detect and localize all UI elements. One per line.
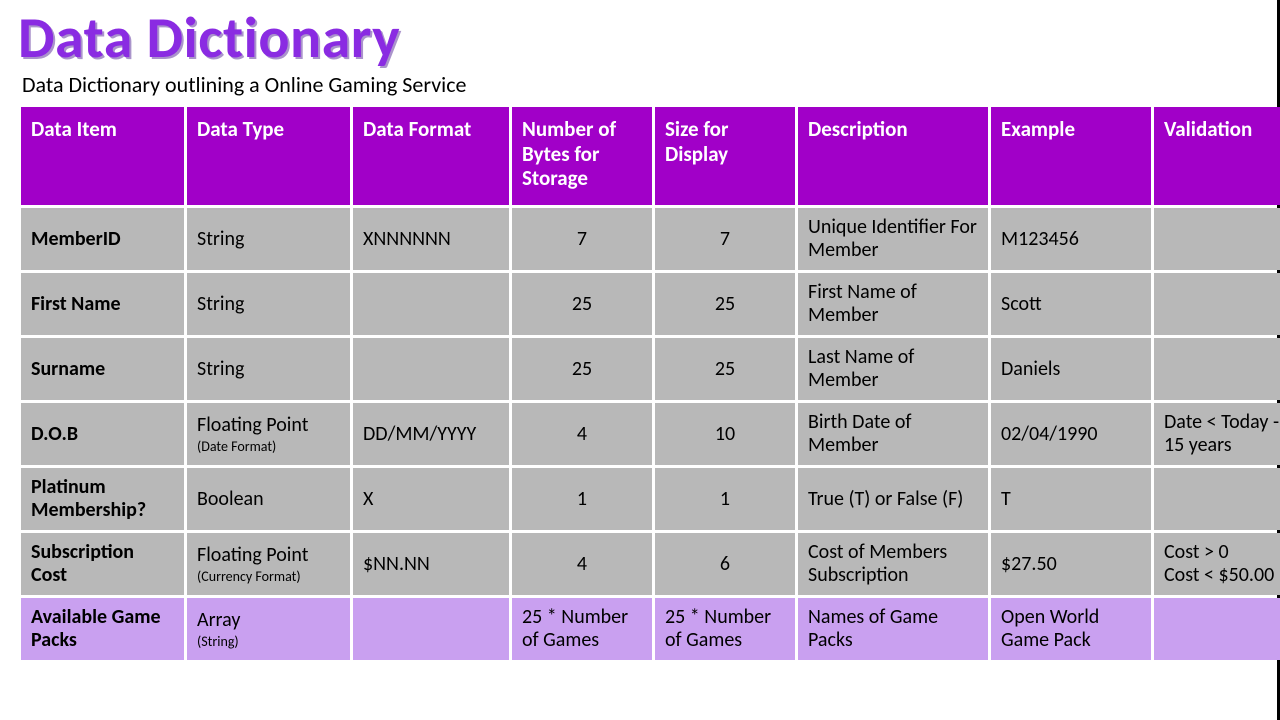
cell-description: Last Name of Member: [798, 338, 988, 400]
cell-example: Open World Game Pack: [991, 598, 1151, 660]
table-row: Platinum Membership?BooleanX11True (T) o…: [21, 468, 1280, 530]
cell-validation: [1154, 468, 1280, 530]
type-main: Floating Point: [197, 413, 308, 437]
cell-validation: [1154, 338, 1280, 400]
cell-bytes: 25: [512, 273, 652, 335]
cell-example: Daniels: [991, 338, 1151, 400]
col-header-example: Example: [991, 107, 1151, 205]
cell-validation: [1154, 273, 1280, 335]
cell-display-size: 1: [655, 468, 795, 530]
cell-bytes: 25: [512, 338, 652, 400]
table-header-row: Data Item Data Type Data Format Number o…: [21, 107, 1280, 205]
cell-example: Scott: [991, 273, 1151, 335]
col-header-data-item: Data Item: [21, 107, 184, 205]
col-header-display: Size for Display: [655, 107, 795, 205]
type-main: String: [197, 357, 244, 381]
cell-data-item: Surname: [21, 338, 184, 400]
cell-data-format: DD/MM/YYYY: [353, 403, 509, 465]
cell-data-item: D.O.B: [21, 403, 184, 465]
cell-data-item: MemberID: [21, 208, 184, 270]
cell-data-type: Array (String): [187, 598, 350, 660]
cell-description: Cost of Members Subscription: [798, 533, 988, 595]
data-dictionary-table: Data Item Data Type Data Format Number o…: [18, 104, 1280, 663]
type-subnote: (Date Format): [197, 439, 340, 455]
type-main: Boolean: [197, 487, 264, 511]
col-header-validation: Validation: [1154, 107, 1280, 205]
table-row: SurnameString2525Last Name of MemberDani…: [21, 338, 1280, 400]
table-row: First NameString2525First Name of Member…: [21, 273, 1280, 335]
cell-data-type: String: [187, 273, 350, 335]
cell-data-item: Subscription Cost: [21, 533, 184, 595]
cell-data-type: Floating Point (Currency Format): [187, 533, 350, 595]
cell-data-item: Platinum Membership?: [21, 468, 184, 530]
table-row: D.O.B Floating Point (Date Format) DD/MM/YY…: [21, 403, 1280, 465]
cell-data-type: Boolean: [187, 468, 350, 530]
cell-data-type: Floating Point (Date Format): [187, 403, 350, 465]
cell-bytes: 25 * Number of Games: [512, 598, 652, 660]
cell-bytes: 4: [512, 403, 652, 465]
cell-validation: [1154, 208, 1280, 270]
cell-data-format: [353, 273, 509, 335]
cell-display-size: 7: [655, 208, 795, 270]
col-header-data-type: Data Type: [187, 107, 350, 205]
cell-description: Names of Game Packs: [798, 598, 988, 660]
table-row: Available Game Packs Array (String) 25 * Nu…: [21, 598, 1280, 660]
col-header-description: Description: [798, 107, 988, 205]
page-title: Data Dictionary: [18, 8, 1259, 69]
cell-data-format: X: [353, 468, 509, 530]
cell-data-format: [353, 598, 509, 660]
table-row: Subscription Cost Floating Point (Currency…: [21, 533, 1280, 595]
type-main: Array: [197, 608, 240, 632]
type-main: String: [197, 292, 244, 316]
cell-description: Unique Identifier For Member: [798, 208, 988, 270]
cell-description: Birth Date of Member: [798, 403, 988, 465]
col-header-bytes: Number of Bytes for Storage: [512, 107, 652, 205]
cell-description: First Name of Member: [798, 273, 988, 335]
type-main: Floating Point: [197, 543, 308, 567]
cell-data-format: [353, 338, 509, 400]
cell-example: 02/04/1990: [991, 403, 1151, 465]
cell-example: $27.50: [991, 533, 1151, 595]
cell-validation: [1154, 598, 1280, 660]
table-row: MemberIDStringXNNNNNN77Unique Identifier…: [21, 208, 1280, 270]
cell-display-size: 6: [655, 533, 795, 595]
cell-validation: Date < Today - 15 years: [1154, 403, 1280, 465]
cell-display-size: 10: [655, 403, 795, 465]
cell-description: True (T) or False (F): [798, 468, 988, 530]
cell-data-item: First Name: [21, 273, 184, 335]
cell-data-type: String: [187, 338, 350, 400]
type-subnote: (String): [197, 634, 340, 650]
cell-data-format: $NN.NN: [353, 533, 509, 595]
type-main: String: [197, 227, 244, 251]
cell-validation: Cost > 0 Cost < $50.00: [1154, 533, 1280, 595]
cell-data-item: Available Game Packs: [21, 598, 184, 660]
cell-bytes: 4: [512, 533, 652, 595]
cell-bytes: 1: [512, 468, 652, 530]
cell-display-size: 25: [655, 338, 795, 400]
type-subnote: (Currency Format): [197, 569, 340, 585]
cell-data-format: XNNNNNN: [353, 208, 509, 270]
cell-display-size: 25: [655, 273, 795, 335]
cell-example: T: [991, 468, 1151, 530]
cell-bytes: 7: [512, 208, 652, 270]
cell-data-type: String: [187, 208, 350, 270]
page-subtitle: Data Dictionary outlining a Online Gamin…: [22, 71, 1259, 98]
cell-example: M123456: [991, 208, 1151, 270]
cell-display-size: 25 * Number of Games: [655, 598, 795, 660]
col-header-data-format: Data Format: [353, 107, 509, 205]
